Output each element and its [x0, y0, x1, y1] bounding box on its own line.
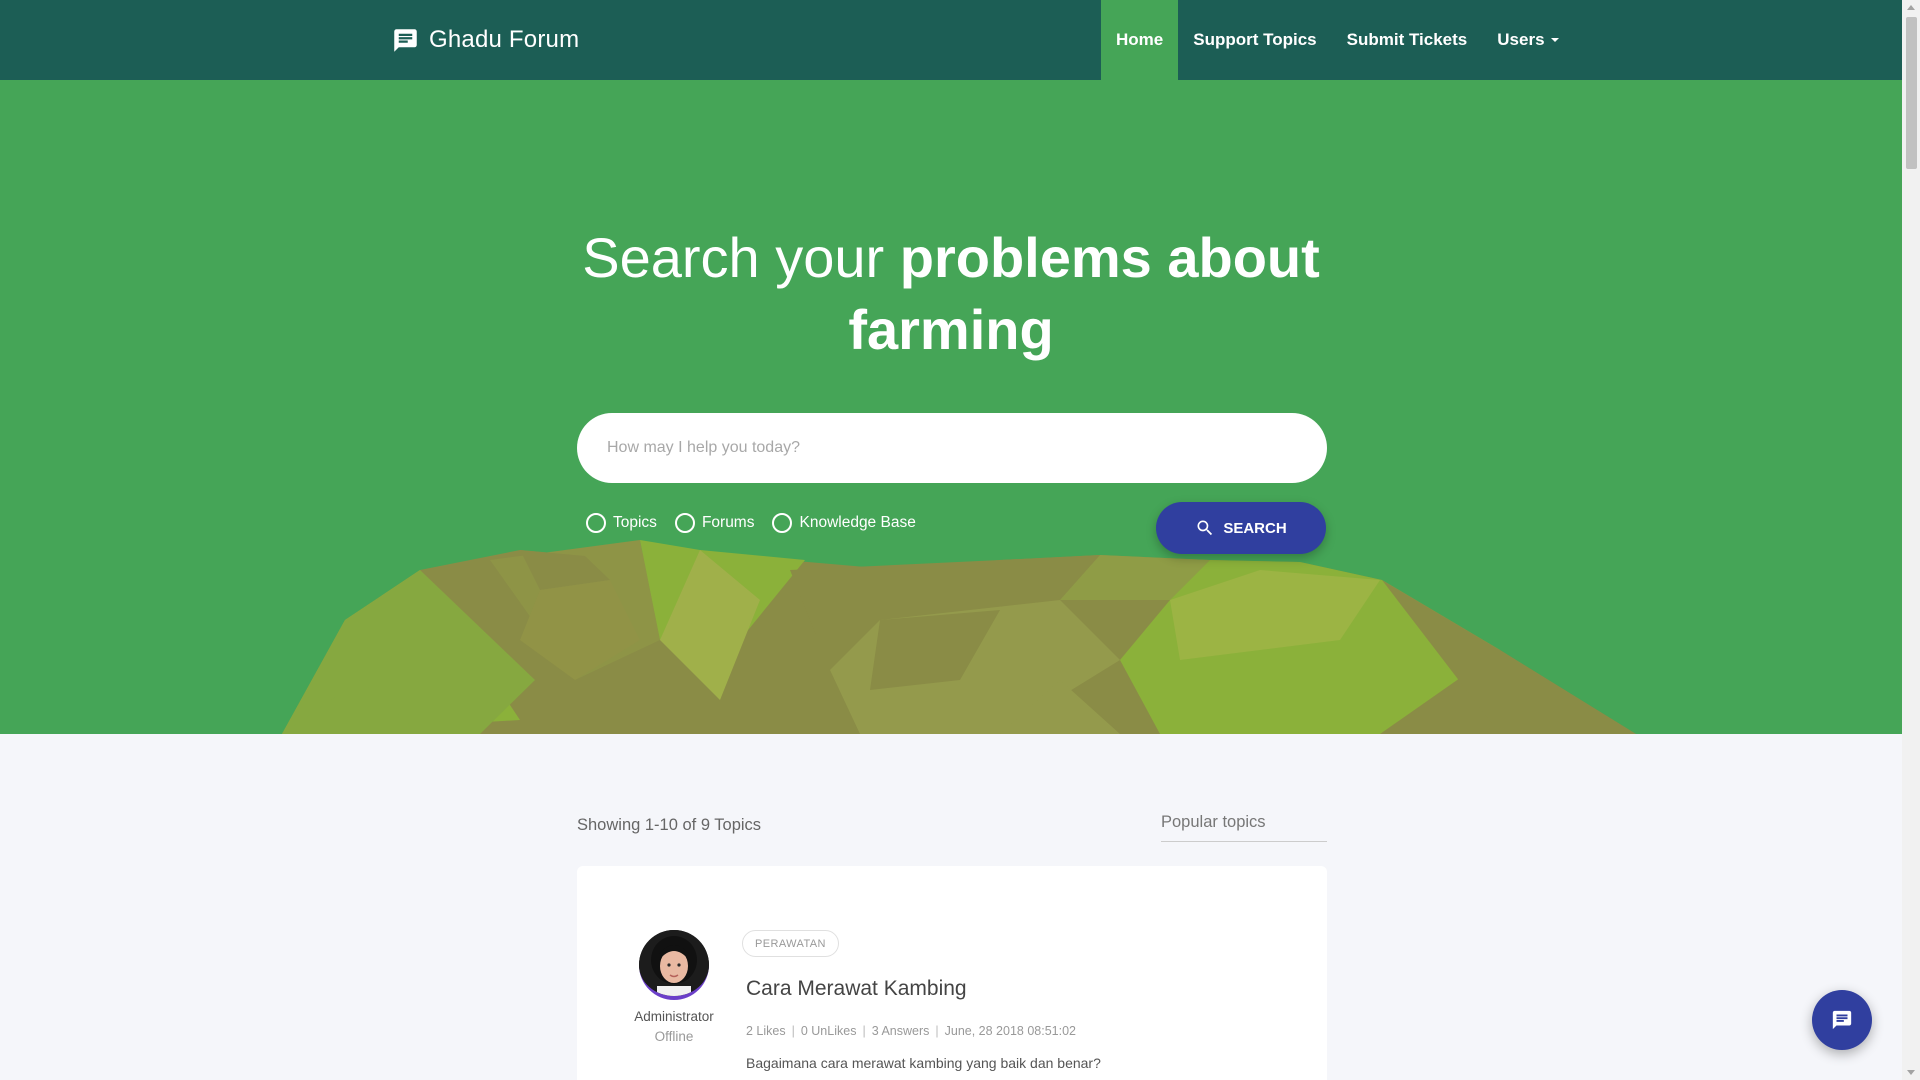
search-icon	[1197, 520, 1213, 536]
chat-bubble-icon	[394, 28, 417, 52]
topic-excerpt: Bagaimana cara merawat kambing yang baik…	[746, 1055, 1101, 1071]
topic-meta: 2 Likes | 0 UnLikes | 3 Answers | June, …	[746, 1024, 1076, 1038]
nav-item-label: Support Topics	[1193, 30, 1317, 49]
likes-count: 2 Likes	[746, 1024, 786, 1038]
unlikes-count: 0 UnLikes	[800, 1024, 857, 1038]
results-count: Showing 1-10 of 9 Topics	[577, 816, 762, 834]
author-name[interactable]: Administrator	[617, 1009, 731, 1024]
search-scope-radios: Topics Forums Knowledge Base	[586, 513, 916, 533]
avatar-image	[639, 930, 709, 996]
topic-title[interactable]: Cara Merawat Kambing	[746, 977, 967, 1001]
radio-circle-icon	[586, 513, 606, 533]
nav-item-label: Home	[1116, 30, 1164, 49]
popular-topics-heading: Popular topics	[1161, 813, 1327, 842]
nav-item-users[interactable]: Users	[1482, 0, 1573, 80]
nav-item-submit-tickets[interactable]: Submit Tickets	[1332, 0, 1483, 80]
meta-separator: |	[862, 1024, 866, 1038]
nav-item-home[interactable]: Home	[1101, 0, 1179, 80]
radio-knowledge-base[interactable]: Knowledge Base	[772, 513, 916, 533]
radio-label: Forums	[701, 514, 755, 531]
hero-section: Search your problems about farming Topic…	[0, 80, 1902, 734]
radio-label: Knowledge Base	[799, 514, 916, 531]
topic-card: Administrator Offline PERAWATAN Cara Mer…	[577, 866, 1327, 1080]
scroll-down-arrow-icon[interactable]	[1907, 1070, 1915, 1075]
topic-date: June, 28 2018 08:51:02	[944, 1024, 1076, 1038]
radio-label: Topics	[613, 514, 657, 531]
search-button[interactable]: SEARCH	[1156, 502, 1326, 554]
avatar[interactable]	[639, 930, 709, 1000]
nav-item-label: Submit Tickets	[1346, 30, 1468, 49]
page-scrollbar[interactable]	[1902, 0, 1920, 1080]
brand[interactable]: Ghadu Forum	[392, 0, 579, 80]
nav-item-support-topics[interactable]: Support Topics	[1178, 0, 1331, 80]
brand-name: Ghadu Forum	[429, 26, 580, 53]
answers-count: 3 Answers	[871, 1024, 930, 1038]
hero-title: Search your problems about farming	[582, 226, 1320, 361]
author-status: Offline	[654, 1029, 694, 1044]
meta-separator: |	[791, 1024, 795, 1038]
top-navbar: Ghadu Forum Home Support Topics Submit T…	[0, 0, 1902, 80]
category-tag[interactable]: PERAWATAN	[742, 930, 839, 957]
radio-circle-icon	[674, 513, 695, 533]
caret-down-icon	[1550, 38, 1559, 42]
mountains-illustration	[282, 540, 1636, 734]
nav-item-label: Users	[1497, 30, 1545, 49]
scroll-thumb[interactable]	[1906, 17, 1917, 169]
search-button-label: SEARCH	[1223, 519, 1287, 537]
radio-circle-icon	[772, 513, 793, 533]
chat-button[interactable]	[1812, 990, 1872, 1050]
meta-separator: |	[935, 1024, 939, 1038]
radio-topics[interactable]: Topics	[586, 513, 657, 533]
chat-icon	[1832, 1010, 1852, 1030]
radio-forums[interactable]: Forums	[674, 513, 755, 533]
nav-menu: Home Support Topics Submit Tickets Users	[1101, 0, 1574, 80]
scroll-up-arrow-icon[interactable]	[1907, 5, 1915, 10]
search-input[interactable]	[577, 413, 1327, 483]
